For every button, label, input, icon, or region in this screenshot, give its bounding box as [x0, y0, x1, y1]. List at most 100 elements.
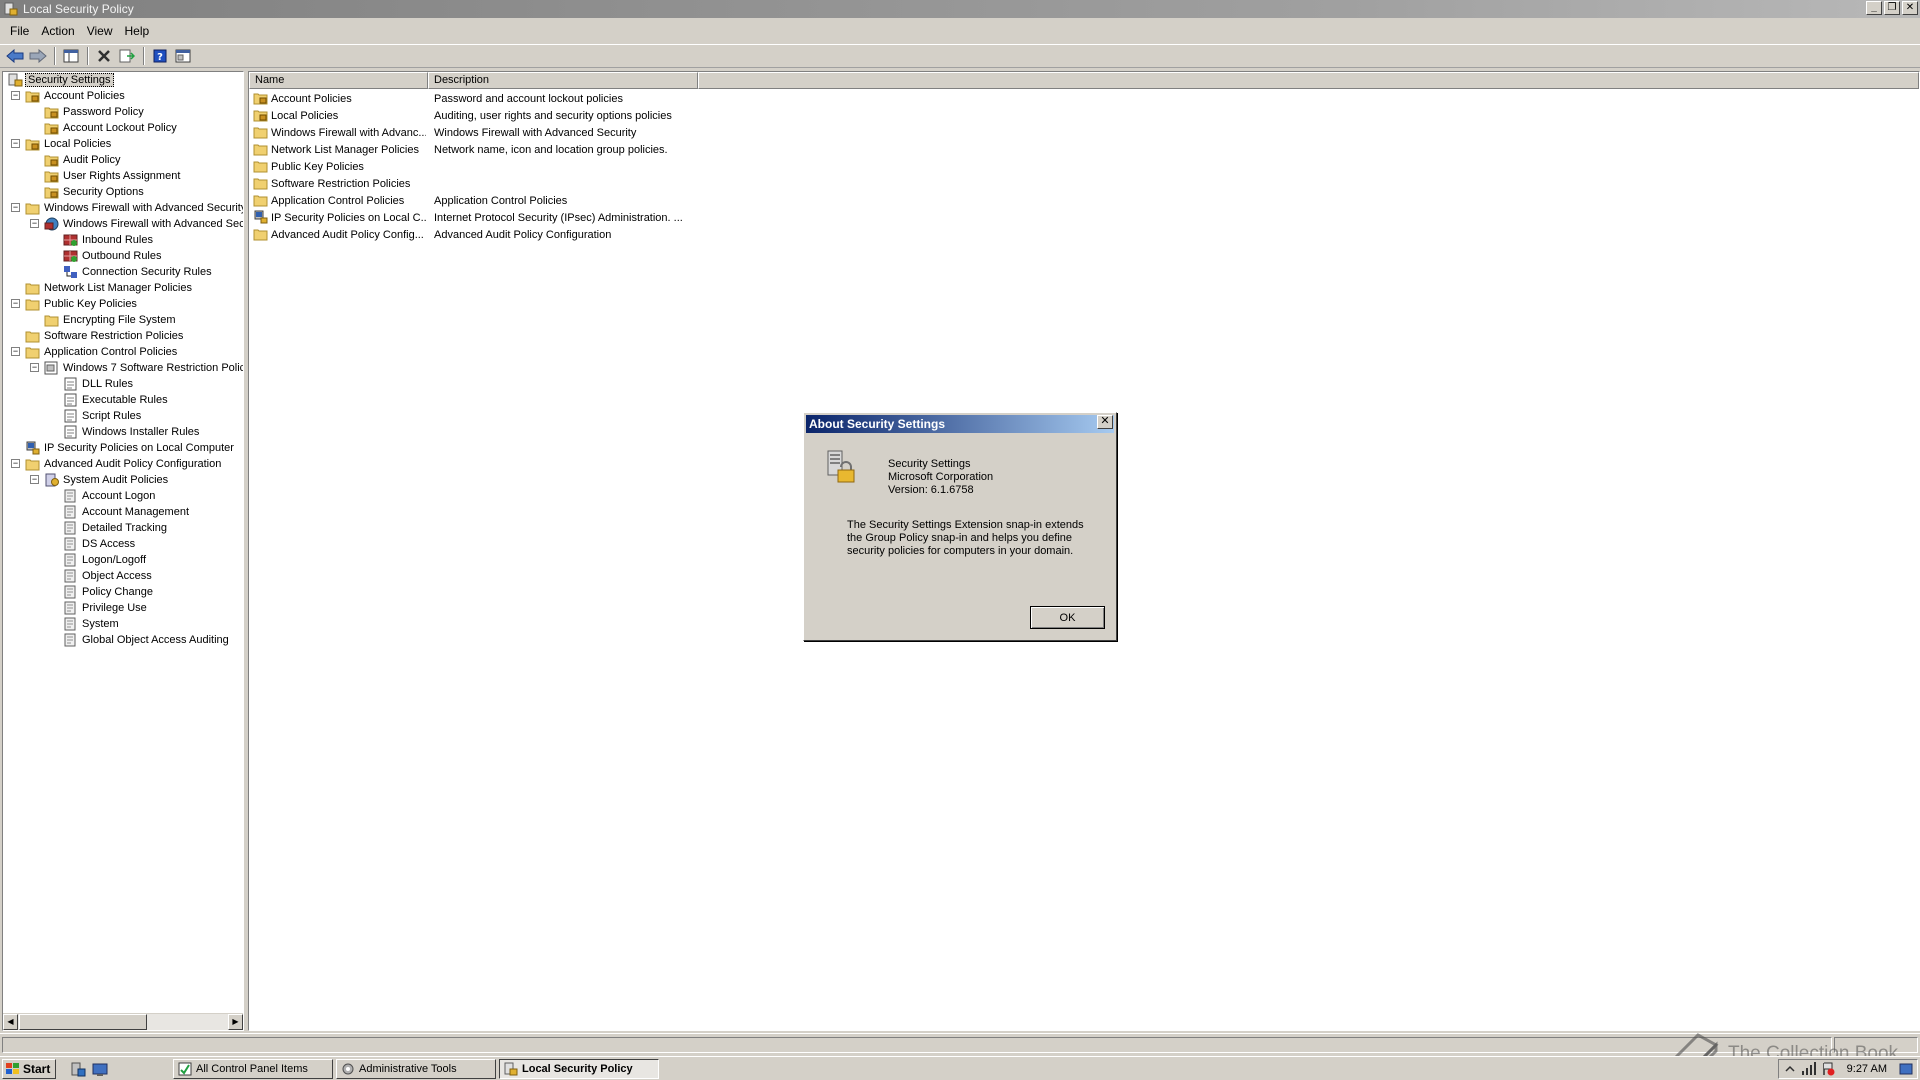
- list-item[interactable]: Application Control Policies Application …: [249, 192, 1149, 209]
- tree-item[interactable]: − Windows Firewall with Advanced Security…: [3, 216, 243, 232]
- tree-item-label: Encrypting File System: [63, 314, 176, 326]
- tree-item-label: Object Access: [82, 570, 152, 582]
- tree-item[interactable]: IP Security Policies on Local Computer: [3, 440, 243, 456]
- dialog-close-button[interactable]: ✕: [1097, 415, 1113, 429]
- tree-item[interactable]: Connection Security Rules: [3, 264, 243, 280]
- toolbar-separator: [143, 47, 145, 65]
- collapse-toggle-icon[interactable]: −: [30, 475, 39, 484]
- scroll-right-arrow-icon[interactable]: ▶: [228, 1014, 243, 1030]
- clock[interactable]: 9:27 AM: [1847, 1063, 1887, 1075]
- list-item[interactable]: Windows Firewall with Advanc... Windows F…: [249, 124, 1149, 141]
- list-item[interactable]: Network List Manager Policies Network nam…: [249, 141, 1149, 158]
- tree-item[interactable]: Detailed Tracking: [3, 520, 243, 536]
- tree-item[interactable]: − Account Policies: [3, 88, 243, 104]
- tree-item[interactable]: Script Rules: [3, 408, 243, 424]
- tree-horizontal-scrollbar[interactable]: ◀ ▶: [3, 1013, 243, 1030]
- start-button[interactable]: Start: [2, 1059, 56, 1079]
- tree-item[interactable]: Global Object Access Auditing: [3, 632, 243, 648]
- menu-file[interactable]: File: [4, 22, 35, 40]
- column-header-name[interactable]: Name: [249, 72, 428, 89]
- help-button[interactable]: ?: [149, 46, 171, 66]
- tree-item[interactable]: − Windows 7 Software Restriction Policies: [3, 360, 243, 376]
- scroll-left-arrow-icon[interactable]: ◀: [3, 1014, 18, 1030]
- rule-icon: [63, 393, 78, 407]
- tree-item[interactable]: DLL Rules: [3, 376, 243, 392]
- audit-page-icon: [63, 633, 78, 647]
- task-button-administrative-tools[interactable]: Administrative Tools: [336, 1059, 496, 1079]
- collapse-toggle-icon[interactable]: −: [30, 363, 39, 372]
- task-button-local-security-policy[interactable]: Local Security Policy: [499, 1059, 659, 1079]
- menu-view[interactable]: View: [81, 22, 119, 40]
- tree-item[interactable]: Inbound Rules: [3, 232, 243, 248]
- tree-item[interactable]: − Application Control Policies: [3, 344, 243, 360]
- show-desktop-icon[interactable]: [92, 1061, 108, 1077]
- console-tree[interactable]: Security Settings − Account Policies Passwo…: [3, 72, 243, 1012]
- tree-item[interactable]: Security Settings: [3, 72, 243, 88]
- tree-item[interactable]: Account Lockout Policy: [3, 120, 243, 136]
- tree-item[interactable]: Password Policy: [3, 104, 243, 120]
- tree-item[interactable]: Executable Rules: [3, 392, 243, 408]
- scroll-thumb[interactable]: [19, 1014, 147, 1030]
- tree-item[interactable]: Windows Installer Rules: [3, 424, 243, 440]
- tree-item[interactable]: Security Options: [3, 184, 243, 200]
- tree-pane[interactable]: Security Settings − Account Policies Passwo…: [2, 71, 244, 1031]
- restore-button[interactable]: ❐: [1884, 1, 1900, 15]
- task-button-control-panel[interactable]: All Control Panel Items: [173, 1059, 333, 1079]
- collapse-toggle-icon[interactable]: −: [11, 139, 20, 148]
- properties-button[interactable]: [172, 46, 194, 66]
- ok-button[interactable]: OK: [1030, 606, 1105, 629]
- tree-item[interactable]: Logon/Logoff: [3, 552, 243, 568]
- menu-help[interactable]: Help: [119, 22, 156, 40]
- tree-item-label: Script Rules: [82, 410, 142, 422]
- tree-item[interactable]: − Windows Firewall with Advanced Security: [3, 200, 243, 216]
- tree-item[interactable]: − System Audit Policies: [3, 472, 243, 488]
- tree-item[interactable]: Account Logon: [3, 488, 243, 504]
- dialog-title-bar[interactable]: About Security Settings: [806, 415, 1114, 433]
- collapse-toggle-icon[interactable]: −: [11, 459, 20, 468]
- windows-logo-icon: [6, 1063, 19, 1074]
- tree-item[interactable]: System: [3, 616, 243, 632]
- tree-item[interactable]: − Public Key Policies: [3, 296, 243, 312]
- server-manager-icon[interactable]: [70, 1061, 86, 1077]
- tree-item[interactable]: Policy Change: [3, 584, 243, 600]
- tree-item[interactable]: Outbound Rules: [3, 248, 243, 264]
- tree-item[interactable]: − Local Policies: [3, 136, 243, 152]
- list-item-description: Password and account lockout policies: [434, 92, 623, 105]
- tree-item[interactable]: Encrypting File System: [3, 312, 243, 328]
- list-item[interactable]: Advanced Audit Policy Config... Advanced …: [249, 226, 1149, 243]
- minimize-button[interactable]: _: [1866, 1, 1882, 15]
- close-window-button[interactable]: ✕: [1902, 1, 1918, 15]
- tree-item[interactable]: User Rights Assignment: [3, 168, 243, 184]
- delete-button[interactable]: [93, 46, 115, 66]
- tree-item[interactable]: Privilege Use: [3, 600, 243, 616]
- menu-action[interactable]: Action: [35, 22, 80, 40]
- tree-item[interactable]: DS Access: [3, 536, 243, 552]
- window-title-bar[interactable]: Local Security Policy _ ❐ ✕: [0, 0, 1920, 18]
- back-button[interactable]: [4, 46, 26, 66]
- collapse-toggle-icon[interactable]: −: [11, 347, 20, 356]
- list-item[interactable]: Public Key Policies: [249, 158, 1149, 175]
- collapse-toggle-icon[interactable]: −: [30, 219, 39, 228]
- collapse-toggle-icon[interactable]: −: [11, 299, 20, 308]
- collapse-toggle-icon[interactable]: −: [11, 91, 20, 100]
- column-header-description[interactable]: Description: [428, 72, 698, 89]
- list-item[interactable]: Local Policies Auditing, user rights and …: [249, 107, 1149, 124]
- tree-item[interactable]: − Advanced Audit Policy Configuration: [3, 456, 243, 472]
- list-item[interactable]: Account Policies Password and account loc…: [249, 90, 1149, 107]
- tree-item[interactable]: Network List Manager Policies: [3, 280, 243, 296]
- network-icon[interactable]: [1801, 1062, 1817, 1076]
- export-list-button[interactable]: [116, 46, 138, 66]
- forward-button[interactable]: [27, 46, 49, 66]
- action-center-icon[interactable]: [1821, 1062, 1835, 1076]
- tree-item[interactable]: Software Restriction Policies: [3, 328, 243, 344]
- tree-item[interactable]: Account Management: [3, 504, 243, 520]
- tree-item[interactable]: Object Access: [3, 568, 243, 584]
- audit-page-icon: [63, 521, 78, 535]
- list-item[interactable]: Software Restriction Policies: [249, 175, 1149, 192]
- show-hide-tree-button[interactable]: [60, 46, 82, 66]
- show-hidden-icons-icon[interactable]: [1783, 1062, 1797, 1076]
- tree-item[interactable]: Audit Policy: [3, 152, 243, 168]
- list-item[interactable]: IP Security Policies on Local C... Intern…: [249, 209, 1149, 226]
- show-desktop-button-icon[interactable]: [1899, 1063, 1913, 1075]
- collapse-toggle-icon[interactable]: −: [11, 203, 20, 212]
